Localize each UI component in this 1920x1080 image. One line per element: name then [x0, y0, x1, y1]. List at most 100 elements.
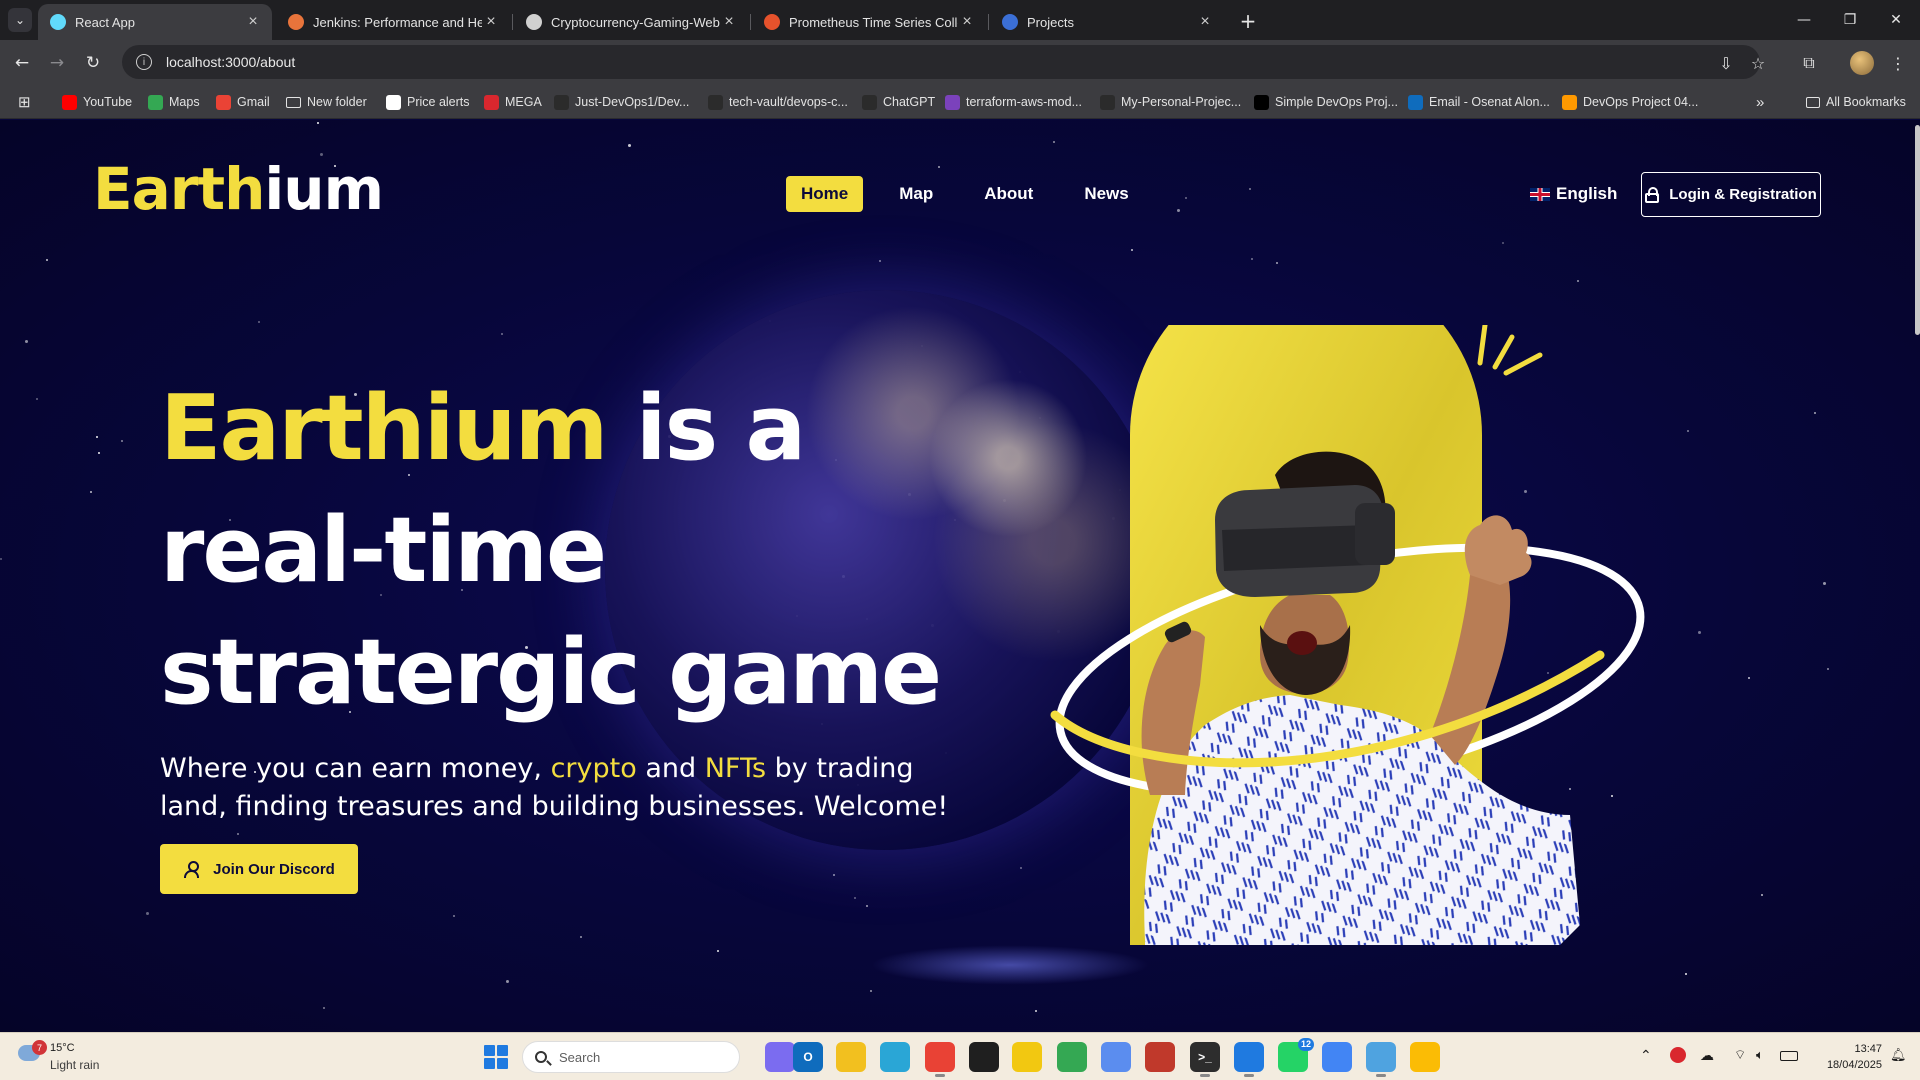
subtitle-crypto: crypto: [550, 753, 637, 784]
address-bar[interactable]: i localhost:3000/about: [122, 45, 1760, 79]
browser-tab-strip: ⌄ React App × Jenkins: Performance and Hea…: [0, 0, 1920, 40]
language-selector[interactable]: English: [1530, 184, 1617, 204]
tab-favicon-icon: [1002, 14, 1018, 30]
taskbar-clock[interactable]: 13:47 18/04/2025: [1812, 1041, 1882, 1073]
bookmark-label: ChatGPT: [883, 95, 936, 109]
minimize-button[interactable]: —: [1786, 8, 1822, 32]
back-button[interactable]: ←: [9, 50, 35, 76]
github-desktop-icon[interactable]: [969, 1042, 999, 1072]
nav-news[interactable]: News: [1069, 176, 1143, 212]
clock-time: 13:47: [1854, 1043, 1882, 1055]
browser-tab[interactable]: Cryptocurrency-Gaming-Websi ×: [514, 4, 748, 40]
forward-button[interactable]: →: [44, 50, 70, 76]
more-bookmarks-chevron-icon[interactable]: »: [1756, 85, 1764, 119]
taskbar-search[interactable]: Search: [522, 1041, 740, 1073]
close-window-button[interactable]: ✕: [1878, 8, 1914, 32]
star: [258, 321, 260, 323]
bookmark-item[interactable]: Simple DevOps Proj...: [1254, 85, 1398, 119]
new-tab-button[interactable]: +: [1236, 9, 1260, 33]
copilot-icon[interactable]: [765, 1042, 795, 1072]
site-logo[interactable]: Earthium: [93, 160, 384, 218]
browser-tab[interactable]: Jenkins: Performance and Healt ×: [276, 4, 510, 40]
tab-close-icon[interactable]: ×: [958, 13, 976, 31]
tab-favicon-icon: [526, 14, 542, 30]
bookmark-item[interactable]: Just-DevOps1/Dev...: [554, 85, 689, 119]
browser-tab[interactable]: React App ×: [38, 4, 272, 40]
bookmark-item[interactable]: Gmail: [216, 85, 270, 119]
apps-grid-icon[interactable]: ⊞: [18, 85, 31, 119]
bookmark-item[interactable]: My-Personal-Projec...: [1100, 85, 1241, 119]
tray-overflow-chevron-icon[interactable]: ⌃: [1640, 1047, 1652, 1064]
login-registration-button[interactable]: Login & Registration: [1641, 172, 1821, 217]
tab-close-icon[interactable]: ×: [244, 13, 262, 31]
menu-kebab-icon[interactable]: ⋮: [1886, 51, 1910, 75]
notepad-icon[interactable]: [1366, 1042, 1396, 1077]
notifications-bell-icon[interactable]: 🔔︎: [1890, 1047, 1907, 1063]
vscode-icon[interactable]: [1234, 1042, 1264, 1077]
tab-close-icon[interactable]: ×: [482, 13, 500, 31]
extensions-icon[interactable]: ⧉: [1797, 51, 1821, 75]
bookmark-label: Price alerts: [407, 95, 470, 109]
power-bi-icon[interactable]: [1012, 1042, 1042, 1072]
chrome-profile-icon[interactable]: [1057, 1042, 1087, 1072]
bookmark-star-icon[interactable]: ☆: [1746, 51, 1770, 75]
star: [1276, 262, 1278, 264]
gemini-icon[interactable]: [1101, 1042, 1131, 1072]
chrome-alt-icon[interactable]: [1410, 1042, 1440, 1072]
all-bookmarks-button[interactable]: All Bookmarks: [1806, 85, 1906, 119]
bookmark-label: Maps: [169, 95, 200, 109]
join-discord-button[interactable]: Join Our Discord: [160, 844, 358, 894]
running-indicator: [1200, 1074, 1210, 1077]
tab-title: React App: [75, 14, 135, 30]
site-info-icon[interactable]: i: [136, 54, 152, 70]
battery-icon[interactable]: [1780, 1051, 1798, 1061]
browser-tab[interactable]: Projects ×: [990, 4, 1224, 40]
chrome-work-icon[interactable]: [1322, 1042, 1352, 1072]
terminal-icon[interactable]: >_: [1190, 1042, 1220, 1077]
star: [870, 990, 872, 992]
tab-search-button[interactable]: ⌄: [8, 8, 32, 32]
bookmark-item[interactable]: MEGA: [484, 85, 542, 119]
medium-icon: [1254, 94, 1269, 110]
install-app-icon[interactable]: ⇩: [1714, 51, 1738, 75]
nav-home[interactable]: Home: [786, 176, 864, 212]
search-placeholder: Search: [559, 1049, 601, 1065]
volume-icon[interactable]: 🔈︎: [1756, 1047, 1764, 1063]
bookmark-item[interactable]: Email - Osenat Alon...: [1408, 85, 1550, 119]
page-scrollbar[interactable]: [1915, 125, 1920, 335]
chrome-icon[interactable]: [925, 1042, 955, 1077]
tab-close-icon[interactable]: ×: [1196, 13, 1214, 31]
reload-button[interactable]: ↻: [80, 50, 106, 76]
onedrive-icon[interactable]: ☁: [1700, 1047, 1714, 1064]
whatsapp-icon[interactable]: 12: [1278, 1038, 1314, 1072]
browser-tab[interactable]: Prometheus Time Series Collect ×: [752, 4, 986, 40]
nav-about[interactable]: About: [969, 176, 1048, 212]
tab-separator: [512, 14, 513, 30]
weather-widget[interactable]: 7 15°C Light rain: [18, 1040, 158, 1074]
bookmark-item[interactable]: New folder: [286, 85, 367, 119]
nav-map[interactable]: Map: [884, 176, 948, 212]
restore-button[interactable]: ❐: [1832, 8, 1868, 32]
bookmark-item[interactable]: ChatGPT: [862, 85, 935, 119]
profile-avatar[interactable]: [1850, 51, 1874, 75]
bookmark-item[interactable]: DevOps Project 04...: [1562, 85, 1698, 119]
media-app-icon[interactable]: [1145, 1042, 1175, 1072]
bookmark-item[interactable]: Maps: [148, 85, 200, 119]
bookmark-item[interactable]: Price alerts: [386, 85, 470, 119]
tab-favicon-icon: [764, 14, 780, 30]
bookmark-label: tech-vault/devops-c...: [729, 95, 848, 109]
wifi-icon[interactable]: ⌔: [1734, 1047, 1746, 1063]
main-nav: Home Map About News: [786, 176, 1165, 212]
file-explorer-icon[interactable]: [836, 1042, 866, 1072]
running-indicator: [935, 1074, 945, 1077]
bookmark-item[interactable]: tech-vault/devops-c...: [708, 85, 848, 119]
mega-tray-icon[interactable]: [1670, 1047, 1686, 1063]
bookmark-item[interactable]: YouTube: [62, 85, 132, 119]
snipping-tool-icon[interactable]: [880, 1042, 910, 1072]
outlook-icon[interactable]: O: [793, 1042, 823, 1072]
running-indicator: [1376, 1074, 1386, 1077]
tab-close-icon[interactable]: ×: [720, 13, 738, 31]
bookmark-item[interactable]: terraform-aws-mod...: [945, 85, 1082, 119]
star: [1035, 1010, 1037, 1012]
windows-start-icon[interactable]: [484, 1045, 508, 1069]
